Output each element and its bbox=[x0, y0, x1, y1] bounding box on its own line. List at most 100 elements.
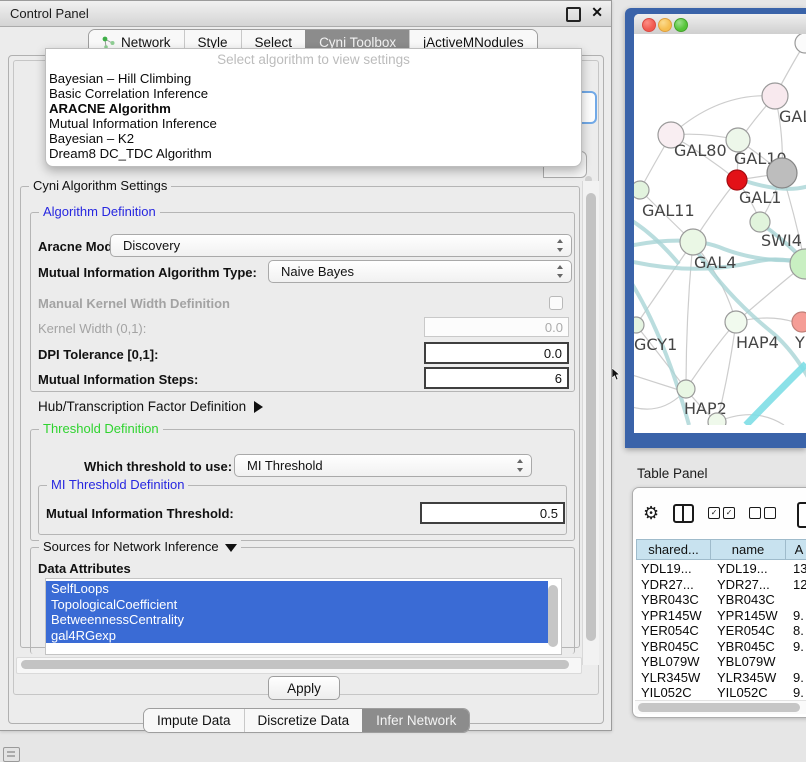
hub-definition-toggle[interactable]: Hub/Transcription Factor Definition bbox=[38, 399, 263, 414]
which-threshold-select[interactable]: MI Threshold bbox=[234, 454, 532, 477]
table-row[interactable]: YIL052CYIL052C9. bbox=[636, 685, 806, 701]
network-node-gal1[interactable] bbox=[727, 170, 747, 190]
aracne-mode-select[interactable]: Discovery bbox=[110, 234, 572, 257]
table-horizontal-scrollbar-thumb[interactable] bbox=[638, 703, 800, 712]
table-cell: 12 bbox=[791, 577, 806, 593]
network-node-hap4[interactable] bbox=[725, 311, 747, 333]
table-cell: 9. bbox=[791, 685, 806, 701]
manual-kernel-checkbox[interactable] bbox=[549, 296, 563, 310]
table-row[interactable]: YBR043CYBR043C bbox=[636, 592, 806, 608]
network-edge[interactable] bbox=[746, 364, 806, 425]
network-node[interactable] bbox=[795, 34, 806, 53]
dpi-tolerance-field[interactable]: 0.0 bbox=[424, 342, 569, 364]
table-row[interactable]: YER054CYER054C8. bbox=[636, 623, 806, 639]
bottom-tab-discretize-data[interactable]: Discretize Data bbox=[244, 709, 363, 732]
column-header[interactable]: A bbox=[786, 539, 806, 560]
table-cell: YDL19... bbox=[636, 561, 714, 577]
attribute-item[interactable]: SelfLoops bbox=[46, 581, 548, 597]
zoom-traffic-light-icon[interactable] bbox=[674, 18, 688, 32]
minimize-traffic-light-icon[interactable] bbox=[658, 18, 672, 32]
table-row[interactable]: YBL079WYBL079W bbox=[636, 654, 806, 670]
bottom-tab-infer-network[interactable]: Infer Network bbox=[362, 709, 469, 732]
network-edge[interactable] bbox=[636, 242, 693, 325]
mi-threshold-field[interactable]: 0.5 bbox=[420, 502, 565, 524]
network-node-swi4[interactable] bbox=[750, 212, 770, 232]
network-node-y[interactable] bbox=[792, 312, 806, 332]
network-edge[interactable] bbox=[671, 96, 775, 135]
kernel-width-label: Kernel Width (0,1): bbox=[38, 321, 146, 336]
table-doc-icon[interactable] bbox=[797, 502, 806, 528]
column-header[interactable]: name bbox=[711, 539, 786, 560]
mi-steps-value: 6 bbox=[555, 371, 562, 386]
table-cell bbox=[791, 592, 806, 608]
network-node-gcy1[interactable] bbox=[634, 317, 644, 333]
attribute-item[interactable]: gal4RGexp bbox=[46, 628, 548, 644]
attribute-item[interactable]: TopologicalCoefficient bbox=[46, 597, 548, 613]
network-node[interactable] bbox=[708, 413, 726, 425]
table-cell: 9. bbox=[791, 670, 806, 686]
palette-mini-icon[interactable] bbox=[3, 747, 20, 762]
gear-icon[interactable]: ⚙ bbox=[643, 503, 659, 524]
algorithm-option[interactable]: Bayesian – Hill Climbing bbox=[46, 71, 581, 86]
table-row[interactable]: YPR145WYPR145W9. bbox=[636, 608, 806, 624]
network-node-gal7[interactable] bbox=[762, 83, 788, 109]
algorithm-placeholder: Select algorithm to view settings bbox=[46, 52, 581, 67]
sources-title-text: Sources for Network Inference bbox=[43, 539, 219, 554]
table-row[interactable]: YLR345WYLR345W9. bbox=[636, 670, 806, 686]
node-label: GAL7 bbox=[779, 107, 806, 126]
float-window-icon[interactable] bbox=[566, 7, 581, 22]
kernel-width-field: 0.0 bbox=[424, 317, 569, 337]
cyni-algorithm-settings-title: Cyni Algorithm Settings bbox=[29, 178, 171, 193]
algorithm-option[interactable]: ARACNE Algorithm bbox=[46, 101, 581, 116]
table-cell: 8. bbox=[791, 623, 806, 639]
table-cell: YPR145W bbox=[636, 608, 714, 624]
network-node-gal4[interactable] bbox=[680, 229, 706, 255]
dpi-tolerance-value: 0.0 bbox=[544, 346, 562, 361]
network-canvas[interactable]: GAL7GAL80GAL10GAL1GAL11SWI4GAL4HAP4YGCY1… bbox=[634, 34, 806, 425]
algorithm-option[interactable]: Basic Correlation Inference bbox=[46, 86, 581, 101]
network-node-hap2[interactable] bbox=[677, 380, 695, 398]
table-row[interactable]: YBR045CYBR045C9. bbox=[636, 639, 806, 655]
table-cell: YBL079W bbox=[636, 654, 714, 670]
columns-icon[interactable] bbox=[673, 504, 694, 523]
close-traffic-light-icon[interactable] bbox=[642, 18, 656, 32]
settings-vertical-scrollbar-thumb[interactable] bbox=[586, 193, 596, 641]
control-panel-title: Control Panel bbox=[10, 6, 89, 21]
algorithm-option[interactable]: Bayesian – K2 bbox=[46, 131, 581, 146]
collapse-down-icon bbox=[225, 544, 237, 552]
table-cell: YDL19... bbox=[714, 561, 791, 577]
network-edge[interactable] bbox=[686, 242, 693, 389]
table-row[interactable]: YDL19...YDL19...13 bbox=[636, 561, 806, 577]
network-graph: GAL7GAL80GAL10GAL1GAL11SWI4GAL4HAP4YGCY1… bbox=[634, 34, 806, 425]
algorithm-option[interactable]: Dream8 DC_TDC Algorithm bbox=[46, 146, 581, 161]
table-horizontal-scrollbar[interactable] bbox=[635, 700, 806, 714]
column-header[interactable]: shared... bbox=[636, 539, 711, 560]
network-edge[interactable] bbox=[634, 394, 682, 409]
network-node[interactable] bbox=[767, 158, 797, 188]
mi-type-value: Naive Bayes bbox=[281, 264, 354, 279]
table-cell: YBR045C bbox=[636, 639, 714, 655]
network-edge[interactable] bbox=[686, 322, 736, 389]
network-window-titlebar[interactable] bbox=[634, 14, 806, 35]
mi-type-select[interactable]: Naive Bayes bbox=[268, 260, 572, 283]
attribute-item[interactable]: BetweennessCentrality bbox=[46, 612, 548, 628]
mi-steps-field[interactable]: 6 bbox=[424, 367, 569, 389]
select-all-checks-icon[interactable]: ✓✓ bbox=[708, 507, 735, 519]
control-panel-titlebar: Control Panel ✕ bbox=[0, 1, 611, 27]
apply-button[interactable]: Apply bbox=[268, 676, 340, 700]
sources-group-title[interactable]: Sources for Network Inference bbox=[39, 539, 241, 554]
table-row[interactable]: YDR27...YDR27...12 bbox=[636, 577, 806, 593]
network-node-gal11[interactable] bbox=[634, 181, 649, 199]
bottom-tab-impute-data[interactable]: Impute Data bbox=[144, 709, 244, 732]
algorithm-option[interactable]: Mutual Information Inference bbox=[46, 116, 581, 131]
clear-all-checks-icon[interactable] bbox=[749, 507, 776, 519]
settings-horizontal-scrollbar-thumb[interactable] bbox=[21, 660, 569, 669]
close-icon[interactable]: ✕ bbox=[591, 4, 603, 21]
attributes-scrollbar-thumb[interactable] bbox=[548, 585, 558, 647]
data-attributes-listbox[interactable]: SelfLoopsTopologicalCoefficientBetweenne… bbox=[45, 578, 562, 655]
table-panel-window: ⚙ ✓✓ shared...nameA YDL19...YDL19...13YD… bbox=[632, 487, 806, 718]
algorithm-list: Bayesian – Hill ClimbingBasic Correlatio… bbox=[46, 71, 581, 161]
control-panel-window: Control Panel ✕ NetworkStyleSelectCyni T… bbox=[0, 0, 612, 731]
settings-vertical-scrollbar[interactable] bbox=[582, 181, 599, 665]
settings-horizontal-scrollbar[interactable] bbox=[16, 657, 582, 674]
